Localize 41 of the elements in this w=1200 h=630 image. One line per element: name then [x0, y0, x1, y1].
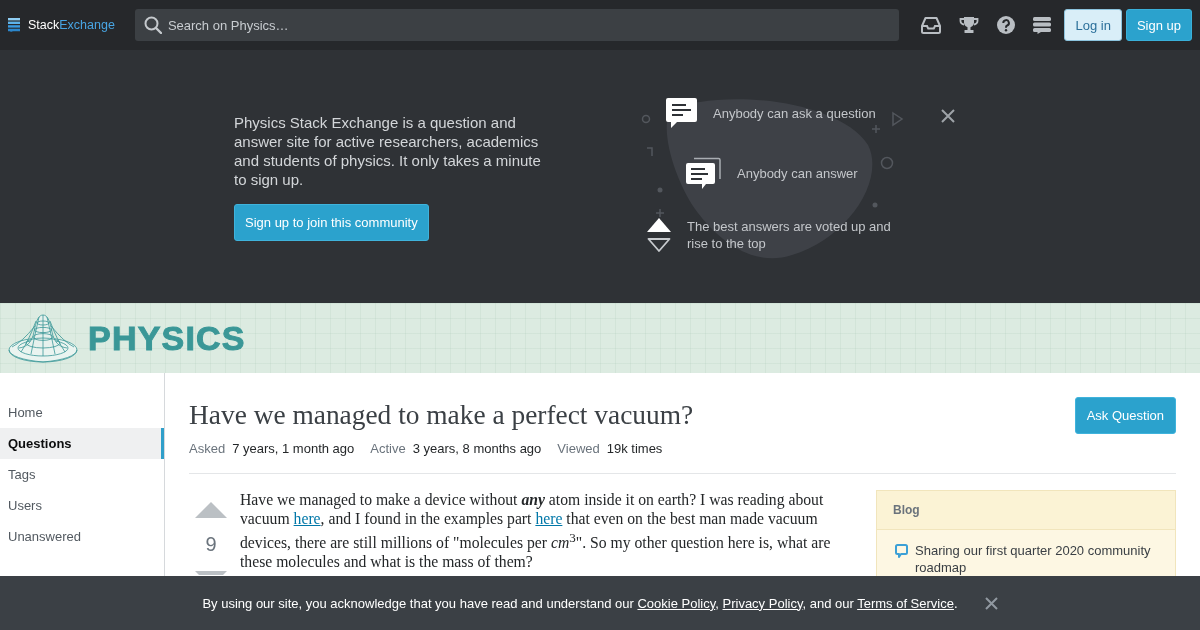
wireframe-surface-icon	[8, 312, 78, 364]
close-icon[interactable]	[941, 109, 955, 123]
meta-label: Active	[370, 441, 406, 456]
feature-text: Anybody can ask a question	[713, 104, 876, 122]
meta-value: 3 years, 8 months ago	[412, 441, 542, 456]
meta-value: 19k times	[606, 441, 663, 456]
text-link[interactable]: here	[535, 510, 563, 527]
cookie-notice-text: By using our site, you acknowledge that you have read and understand our Cookie Policy, Privacy Policy, and our Terms of Service.	[202, 594, 958, 612]
speech-bubble-icon	[895, 544, 908, 558]
nav-item[interactable]: Unanswered	[0, 521, 164, 552]
vote-count: 9	[205, 532, 217, 556]
policy-link[interactable]: Terms of Service	[857, 595, 954, 611]
speech-bubbles-icon	[686, 156, 721, 190]
blog-heading: Blog	[877, 491, 1175, 530]
stack-exchange-logo[interactable]: StackExchange	[8, 18, 115, 32]
nav-item[interactable]: Questions	[0, 428, 164, 459]
feature-text: Anybody can answer	[737, 164, 858, 182]
close-icon[interactable]	[984, 596, 998, 610]
help-icon[interactable]	[997, 16, 1016, 34]
site-name: PHYSICS	[88, 318, 246, 358]
vote-arrows-icon	[647, 217, 671, 252]
inbox-icon[interactable]	[921, 16, 942, 34]
search-icon	[143, 16, 162, 34]
intro-text: Physics Stack Exchange is a question and answer site for active researchers, academics and students of physics. It only takes a minute to sign up.	[234, 112, 542, 189]
search-field[interactable]: Search on Physics…	[134, 9, 900, 41]
stacked-layers-icon[interactable]	[1033, 16, 1052, 34]
blog-post-link[interactable]: Sharing our first quarter 2020 community roadmap	[915, 542, 1159, 576]
stacked-bars-icon	[8, 18, 20, 32]
trophy-icon[interactable]	[959, 16, 980, 34]
text-link[interactable]: here	[293, 510, 321, 527]
nav-item[interactable]: Tags	[0, 459, 164, 490]
question-body: Have we managed to make a device without any atom inside it on earth? I was reading about vacuum here, and I found in the examples part here that even on the best man made vacuum devices, there are still millions of "molecules per cm$^{3}$". So my other question here is, what are these molecules and what is the mass of them?	[240, 490, 832, 573]
log-in-button[interactable]: Log in	[1064, 9, 1122, 41]
meta-value: 7 years, 1 month ago	[232, 441, 355, 456]
speech-bubble-icon	[666, 97, 697, 129]
meta-label: Asked	[189, 441, 226, 456]
feature-text: The best answers are voted up and rise to the top	[687, 217, 892, 252]
meta-label: Viewed	[557, 441, 600, 456]
nav-item[interactable]: Users	[0, 490, 164, 521]
question-title: Have we managed to make a perfect vacuum?	[189, 399, 694, 432]
nav-item[interactable]: Home	[0, 397, 164, 428]
